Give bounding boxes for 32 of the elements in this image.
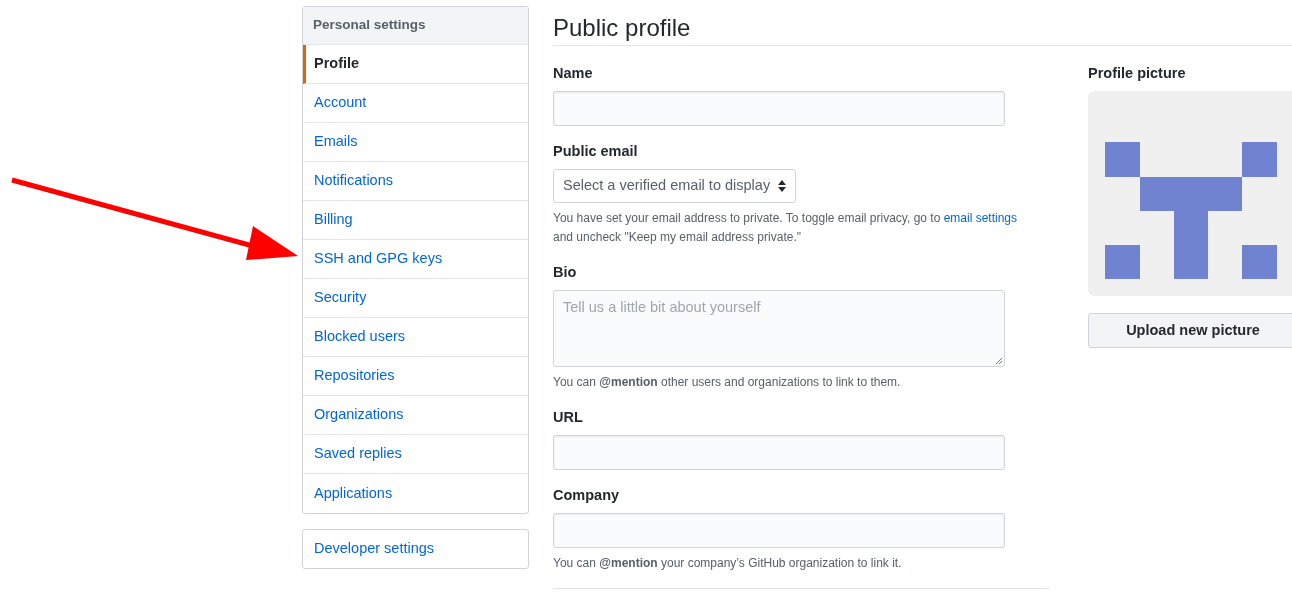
sidebar-item[interactable]: Blocked users [303, 318, 528, 357]
page-title: Public profile [553, 13, 692, 43]
field-label: Bio [553, 263, 578, 282]
sidebar-item[interactable]: Profile [303, 45, 528, 84]
sidebar-item[interactable]: Notifications [303, 162, 528, 201]
sidebar-item[interactable]: Security [303, 279, 528, 318]
sidebar-item[interactable]: Saved replies [303, 435, 528, 474]
profile-picture-label: Profile picture [1088, 64, 1187, 83]
text-field[interactable] [553, 435, 1005, 470]
sidebar-item[interactable]: Emails [303, 123, 528, 162]
field-label: URL [553, 408, 584, 427]
sidebar-item[interactable]: Account [303, 84, 528, 123]
developer-settings-link[interactable]: Developer settings [302, 529, 529, 569]
field-hint: You can @mention your company’s GitHub organization to link it. [553, 555, 903, 572]
email-select[interactable]: Select a verified email to display [553, 169, 797, 203]
field-label: Company [553, 486, 621, 505]
field-hint: You have set your email address to private. To toggle email privacy, go to email settings and uncheck "Keep my email address private." [553, 210, 1019, 246]
text-field[interactable] [553, 91, 1005, 126]
field-label: Public email [553, 142, 639, 161]
sidebar-item[interactable]: SSH and GPG keys [303, 240, 528, 279]
resize-handle-icon [995, 357, 1002, 364]
field-hint: You can @mention other users and organizations to link to them. [553, 374, 902, 391]
email-settings-link[interactable]: email settings [943, 211, 1018, 225]
upload-picture-button[interactable]: Upload new picture [1088, 313, 1292, 348]
text-field[interactable] [553, 513, 1005, 548]
sort-caret-icon [778, 180, 787, 192]
sidebar-item[interactable]: Applications [303, 474, 528, 513]
sidebar-item[interactable]: Billing [303, 201, 528, 240]
sidebar-header: Personal settings [303, 7, 528, 45]
field-label: Name [553, 64, 594, 83]
sidebar-item[interactable]: Repositories [303, 357, 528, 396]
sidebar-item[interactable]: Organizations [303, 396, 528, 435]
